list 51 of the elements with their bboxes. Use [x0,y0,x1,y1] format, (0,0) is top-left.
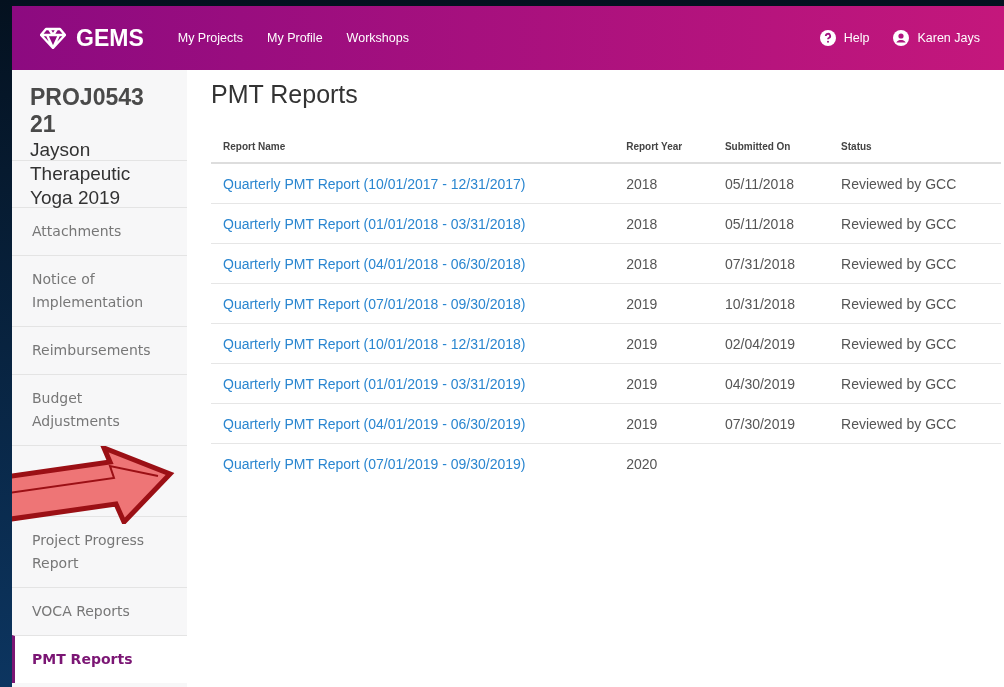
table-cell: 07/31/2018 [724,255,795,272]
table-cell: 2018 [626,175,658,192]
column-header: Submitted On [712,133,830,163]
report-link[interactable]: Quarterly PMT Report (01/01/2018 - 03/31/2018) [223,215,526,232]
column-header: Status [829,133,1001,163]
sidebar-item[interactable]: Attachments [12,207,187,255]
page-title: PMT Reports [211,80,359,109]
table-cell: 2018 [626,215,658,232]
report-link[interactable]: Quarterly PMT Report (04/01/2018 - 06/30/2018) [223,255,526,272]
sidebar-item[interactable]: PMT Reports [12,635,187,683]
table-cell: 05/11/2018 [724,175,794,192]
sidebar-item[interactable]: Budget Adjustments [12,374,187,445]
nav-link[interactable]: Workshops [346,31,409,45]
help-link[interactable]: Help [843,31,870,45]
table-cell: Reviewed by GCC [841,335,957,352]
table-cell: 04/30/2019 [724,375,795,392]
column-header: Report Name [211,133,615,163]
table-cell: 07/30/2019 [724,415,795,432]
table-cell: Reviewed by GCC [841,375,957,392]
app-logo: GEMS [76,24,144,52]
column-header: Report Year [614,133,713,163]
table-cell: 02/04/2019 [724,335,795,352]
report-link[interactable]: Quarterly PMT Report (01/01/2019 - 03/31/2019) [223,375,526,392]
help-icon [819,30,836,46]
nav-link[interactable]: My Projects [177,31,244,45]
user-menu[interactable]: Karen Jays [917,31,980,45]
table-cell: 2018 [626,255,658,272]
table-cell: 05/11/2018 [724,215,794,232]
sidebar-item[interactable]: Notice of Implementation [12,255,187,326]
nav-link[interactable]: My Profile [267,31,323,45]
report-link[interactable]: Quarterly PMT Report (10/01/2018 - 12/31/2018) [223,335,526,352]
table-cell: Reviewed by GCC [841,255,957,272]
table-cell: 2019 [626,335,658,352]
report-link[interactable]: Quarterly PMT Report (04/01/2019 - 06/30/2019) [223,415,526,432]
table-cell: Reviewed by GCC [841,295,957,312]
table-cell: 2019 [626,415,658,432]
project-name: Jayson Therapeutic Yoga 2019 [30,138,132,210]
table-cell: 2020 [626,455,658,472]
report-link[interactable]: Quarterly PMT Report (07/01/2019 - 09/30/2019) [223,455,526,472]
diamond-icon [40,27,66,49]
report-link[interactable]: Quarterly PMT Report (07/01/2018 - 09/30/2018) [223,295,526,312]
project-code: PROJ0543 21 [30,84,144,138]
sidebar-item[interactable]: Reimbursements [12,326,187,374]
table-cell: Reviewed by GCC [841,215,957,232]
table-cell: Reviewed by GCC [841,175,957,192]
user-icon [893,30,910,46]
table-cell: Reviewed by GCC [841,415,957,432]
report-link[interactable]: Quarterly PMT Report (10/01/2017 - 12/31/2017) [223,175,526,192]
table-cell: 10/31/2018 [724,295,795,312]
table-cell: 2019 [626,295,658,312]
table-cell: 2019 [626,375,658,392]
